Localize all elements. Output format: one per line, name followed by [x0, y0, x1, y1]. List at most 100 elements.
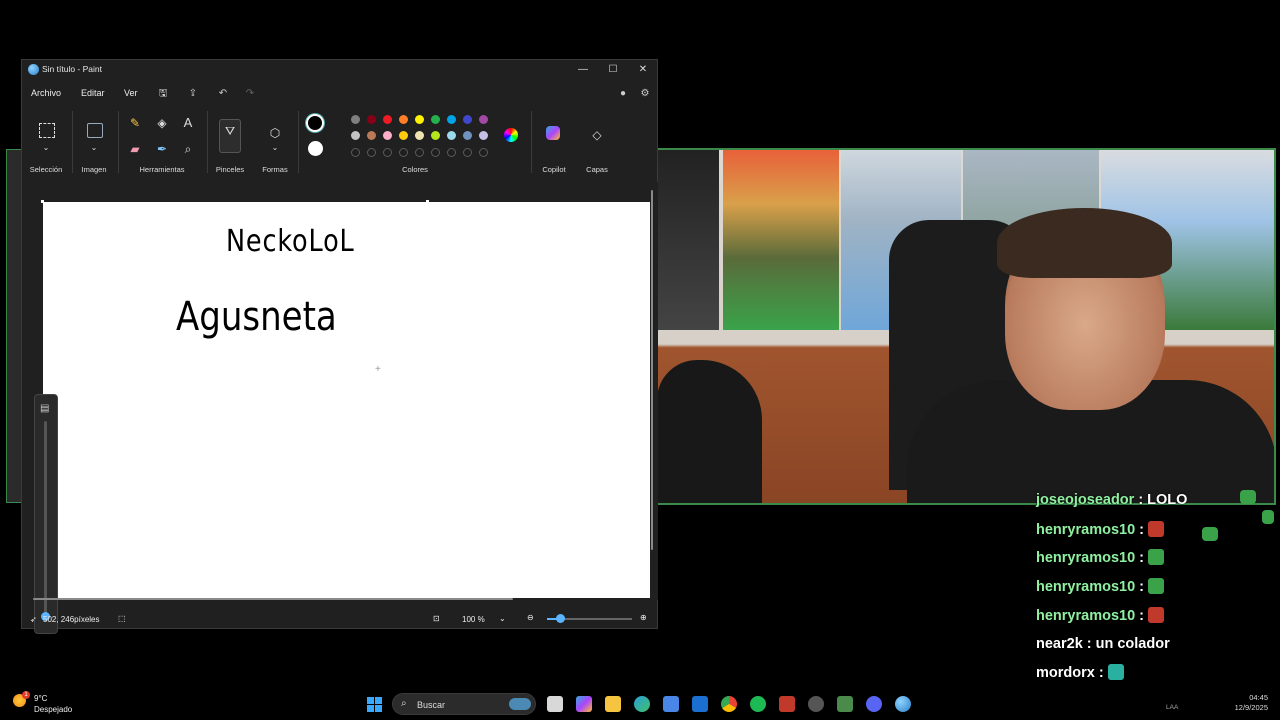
chevron-down-icon[interactable]: ⌄ — [85, 139, 103, 157]
primary-color[interactable] — [306, 114, 324, 132]
fit-screen-icon[interactable]: ⊡ — [433, 614, 440, 623]
weather-condition[interactable]: Despejado — [34, 705, 72, 714]
eraser-icon[interactable]: ▰ — [126, 140, 144, 158]
start-windows-icon[interactable] — [367, 697, 382, 712]
app-icon[interactable] — [779, 696, 795, 712]
app-icon[interactable] — [808, 696, 824, 712]
account-icon[interactable]: ● — [616, 87, 630, 101]
chat-message-text: LOLO — [1147, 492, 1188, 508]
resize-handle[interactable] — [426, 200, 429, 203]
scroll-thumb[interactable] — [651, 190, 653, 550]
custom-color-slot[interactable] — [463, 148, 472, 157]
chat-username[interactable]: henryramos10 — [1036, 579, 1135, 595]
menu-editar[interactable]: Editar — [81, 88, 105, 98]
zoom-slider-thumb[interactable] — [556, 614, 565, 623]
zoom-in-icon[interactable]: ⊕ — [640, 613, 647, 622]
color-swatch[interactable] — [367, 115, 376, 124]
share-icon[interactable]: ⇪ — [186, 87, 200, 101]
chat-username[interactable]: henryramos10 — [1036, 522, 1135, 538]
custom-color-slot[interactable] — [479, 148, 488, 157]
color-swatch[interactable] — [367, 131, 376, 140]
edge-browser-icon[interactable] — [634, 696, 650, 712]
color-swatch[interactable] — [479, 131, 488, 140]
magnifier-icon[interactable]: ⌕ — [179, 140, 197, 158]
color-swatch[interactable] — [431, 115, 440, 124]
color-swatch[interactable] — [351, 115, 360, 124]
chevron-down-icon[interactable]: ⌄ — [266, 139, 284, 157]
resize-handle[interactable] — [41, 200, 44, 203]
chat-username[interactable]: near2k — [1036, 636, 1083, 652]
discord-icon[interactable] — [866, 696, 882, 712]
store-icon[interactable] — [663, 696, 679, 712]
horizontal-scrollbar[interactable] — [27, 596, 655, 602]
chat-username[interactable]: henryramos10 — [1036, 608, 1135, 624]
temperature[interactable]: 9°C — [34, 694, 47, 703]
spotify-icon[interactable] — [750, 696, 766, 712]
color-swatch[interactable] — [399, 131, 408, 140]
color-swatch[interactable] — [383, 115, 392, 124]
color-swatch[interactable] — [431, 131, 440, 140]
color-swatch[interactable] — [415, 115, 424, 124]
input-language[interactable]: LAA — [1166, 704, 1178, 711]
chat-username[interactable]: mordorx — [1036, 665, 1095, 681]
color-swatch[interactable] — [447, 131, 456, 140]
chevron-down-icon[interactable]: ⌄ — [499, 614, 506, 623]
zoom-out-icon[interactable]: ⊖ — [527, 613, 534, 622]
copilot-taskbar-icon[interactable] — [576, 696, 592, 712]
brushes-button[interactable]: ⛛ — [219, 119, 241, 153]
outlook-icon[interactable] — [692, 696, 708, 712]
image-crop-icon[interactable] — [87, 123, 103, 138]
chat-message: henryramos10: — [1036, 606, 1164, 624]
copilot-icon[interactable] — [546, 126, 560, 140]
color-swatch[interactable] — [463, 131, 472, 140]
color-swatch[interactable] — [463, 115, 472, 124]
drawing-canvas[interactable]: NeckoLoL Agusneta + — [41, 200, 650, 598]
task-view-icon[interactable] — [547, 696, 563, 712]
selection-icon[interactable] — [39, 123, 55, 138]
settings-gear-icon[interactable]: ⚙ — [638, 87, 652, 101]
color-picker-icon[interactable]: ✒ — [153, 140, 171, 158]
close-button[interactable]: ✕ — [635, 62, 651, 78]
custom-color-slot[interactable] — [431, 148, 440, 157]
minimize-button[interactable]: — — [575, 62, 591, 78]
file-explorer-icon[interactable] — [605, 696, 621, 712]
vertical-scrollbar[interactable] — [649, 182, 655, 600]
pencil-icon[interactable]: ✎ — [126, 114, 144, 132]
fill-bucket-icon[interactable]: ◈ — [153, 114, 171, 132]
menu-archivo[interactable]: Archivo — [31, 88, 61, 98]
custom-color-slot[interactable] — [399, 148, 408, 157]
chat-username[interactable]: joseojoseador — [1036, 492, 1134, 508]
color-wheel-icon[interactable] — [504, 128, 518, 142]
redo-icon[interactable]: ↷ — [243, 87, 257, 101]
paint-taskbar-icon[interactable] — [895, 696, 911, 712]
slider-track[interactable] — [44, 421, 47, 621]
text-icon[interactable]: A — [179, 114, 197, 132]
menu-ver[interactable]: Ver — [124, 88, 138, 98]
color-swatch[interactable] — [447, 115, 456, 124]
custom-color-slot[interactable] — [351, 148, 360, 157]
custom-color-slot[interactable] — [447, 148, 456, 157]
custom-color-slot[interactable] — [415, 148, 424, 157]
app-icon[interactable] — [837, 696, 853, 712]
secondary-color[interactable] — [308, 141, 323, 156]
color-swatch[interactable] — [479, 115, 488, 124]
taskbar-search[interactable]: ⌕ Buscar — [392, 693, 536, 715]
maximize-button[interactable]: ☐ — [605, 62, 621, 78]
taskbar: 1 9°C Despejado ⌕ Buscar LAA 04:45 12/9/… — [0, 688, 1280, 720]
scroll-thumb[interactable] — [33, 598, 513, 600]
title-bar[interactable]: Sin título - Paint — ☐ ✕ — [22, 60, 657, 80]
undo-icon[interactable]: ↶ — [216, 87, 230, 101]
color-swatch[interactable] — [351, 131, 360, 140]
zoom-level[interactable]: 100 % — [462, 615, 485, 624]
chrome-icon[interactable] — [721, 696, 737, 712]
custom-color-slot[interactable] — [367, 148, 376, 157]
color-swatch[interactable] — [399, 115, 408, 124]
color-swatch[interactable] — [415, 131, 424, 140]
save-icon[interactable]: 🖫 — [156, 87, 170, 101]
chat-username[interactable]: henryramos10 — [1036, 550, 1135, 566]
custom-color-slot[interactable] — [383, 148, 392, 157]
system-clock[interactable]: 04:45 12/9/2025 — [1228, 693, 1268, 713]
chevron-down-icon[interactable]: ⌄ — [37, 139, 55, 157]
color-swatch[interactable] — [383, 131, 392, 140]
layers-icon[interactable]: ◇ — [588, 126, 606, 144]
